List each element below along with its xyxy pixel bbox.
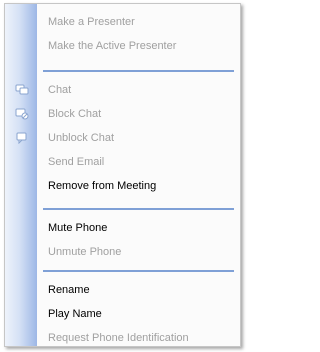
menu-item-label: Unmute Phone (48, 246, 122, 258)
menu-item-block-chat[interactable]: Block Chat (5, 105, 240, 123)
menu-separator (43, 270, 234, 272)
menu-item-mute-phone[interactable]: Mute Phone (5, 219, 240, 237)
block-chat-icon (15, 108, 29, 120)
menu-item-play-name[interactable]: Play Name (5, 305, 240, 323)
menu-item-unblock-chat[interactable]: Unblock Chat (5, 129, 240, 147)
menu-item-request-phone-identification[interactable]: Request Phone Identification (5, 329, 240, 346)
menu-item-rename[interactable]: Rename (5, 281, 240, 299)
menu-item-label: Rename (48, 284, 90, 296)
menu-item-label: Send Email (48, 156, 105, 168)
context-menu: Make a Presenter Make the Active Present… (4, 3, 241, 347)
menu-item-unmute-phone[interactable]: Unmute Phone (5, 243, 240, 261)
menu-item-label: Make the Active Presenter (48, 40, 177, 52)
menu-item-label: Request Phone Identification (48, 332, 189, 344)
chat-icon (15, 84, 29, 96)
unblock-chat-icon (15, 132, 29, 145)
menu-item-remove-from-meeting[interactable]: Remove from Meeting (5, 177, 240, 195)
menu-item-label: Block Chat (48, 108, 102, 120)
menu-item-make-presenter[interactable]: Make a Presenter (5, 13, 240, 31)
menu-item-label: Mute Phone (48, 222, 108, 234)
menu-item-label: Unblock Chat (48, 132, 115, 144)
menu-item-label: Play Name (48, 308, 102, 320)
menu-separator (43, 208, 234, 210)
menu-item-label: Chat (48, 84, 72, 96)
menu-item-label: Make a Presenter (48, 16, 135, 28)
menu-item-label: Remove from Meeting (48, 180, 157, 192)
menu-item-send-email[interactable]: Send Email (5, 153, 240, 171)
menu-separator (43, 70, 234, 72)
menu-item-chat[interactable]: Chat (5, 81, 240, 99)
menu-item-make-active-presenter[interactable]: Make the Active Presenter (5, 37, 240, 55)
